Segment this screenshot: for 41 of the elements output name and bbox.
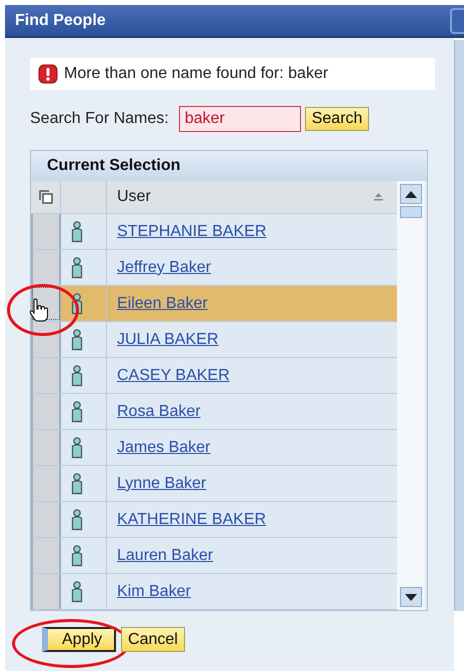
search-button[interactable]: Search (304, 107, 370, 131)
person-icon (70, 292, 82, 314)
person-icon (70, 400, 82, 422)
table-row[interactable]: Eileen Baker (61, 286, 397, 321)
user-link[interactable]: Eileen Baker (117, 294, 208, 312)
scroll-down-icon[interactable] (405, 594, 417, 600)
user-link[interactable]: Lynne Baker (117, 474, 206, 492)
person-icon (70, 256, 82, 278)
person-icon (70, 472, 82, 494)
error-icon (38, 64, 58, 84)
user-link[interactable]: Rosa Baker (117, 402, 201, 420)
cancel-button[interactable]: Cancel (121, 627, 185, 652)
person-icon (70, 544, 82, 566)
page-scrollbar[interactable] (454, 40, 464, 611)
person-icon (70, 508, 82, 530)
search-field[interactable]: baker (178, 106, 301, 132)
search-label: Search For Names: (30, 110, 169, 128)
message-text: More than one name found for: baker (64, 65, 328, 83)
user-link[interactable]: KATHERINE BAKER (117, 510, 266, 528)
select-all-icon[interactable] (38, 190, 52, 204)
user-link[interactable]: Kim Baker (117, 582, 191, 600)
user-link[interactable]: James Baker (117, 438, 210, 456)
person-icon (70, 220, 82, 242)
user-link[interactable]: Lauren Baker (117, 546, 214, 564)
user-link[interactable]: STEPHANIE BAKER (117, 222, 266, 240)
sort-icon[interactable] (374, 193, 383, 201)
user-link[interactable]: Jeffrey Baker (117, 258, 211, 276)
scrollbar[interactable] (397, 181, 425, 610)
user-link[interactable]: CASEY BAKER (117, 366, 230, 384)
window-title: Find People (15, 12, 107, 30)
person-icon (70, 580, 82, 602)
scroll-up-icon[interactable] (405, 190, 417, 198)
window-button[interactable] (450, 8, 464, 34)
person-icon (70, 364, 82, 386)
scroll-thumb[interactable] (400, 206, 422, 218)
table-title: Current Selection (31, 151, 427, 181)
person-icon (70, 328, 82, 350)
user-link[interactable]: JULIA BAKER (117, 330, 218, 348)
hand-cursor-icon (29, 298, 49, 322)
person-icon (70, 436, 82, 458)
apply-button[interactable]: Apply (42, 627, 116, 652)
